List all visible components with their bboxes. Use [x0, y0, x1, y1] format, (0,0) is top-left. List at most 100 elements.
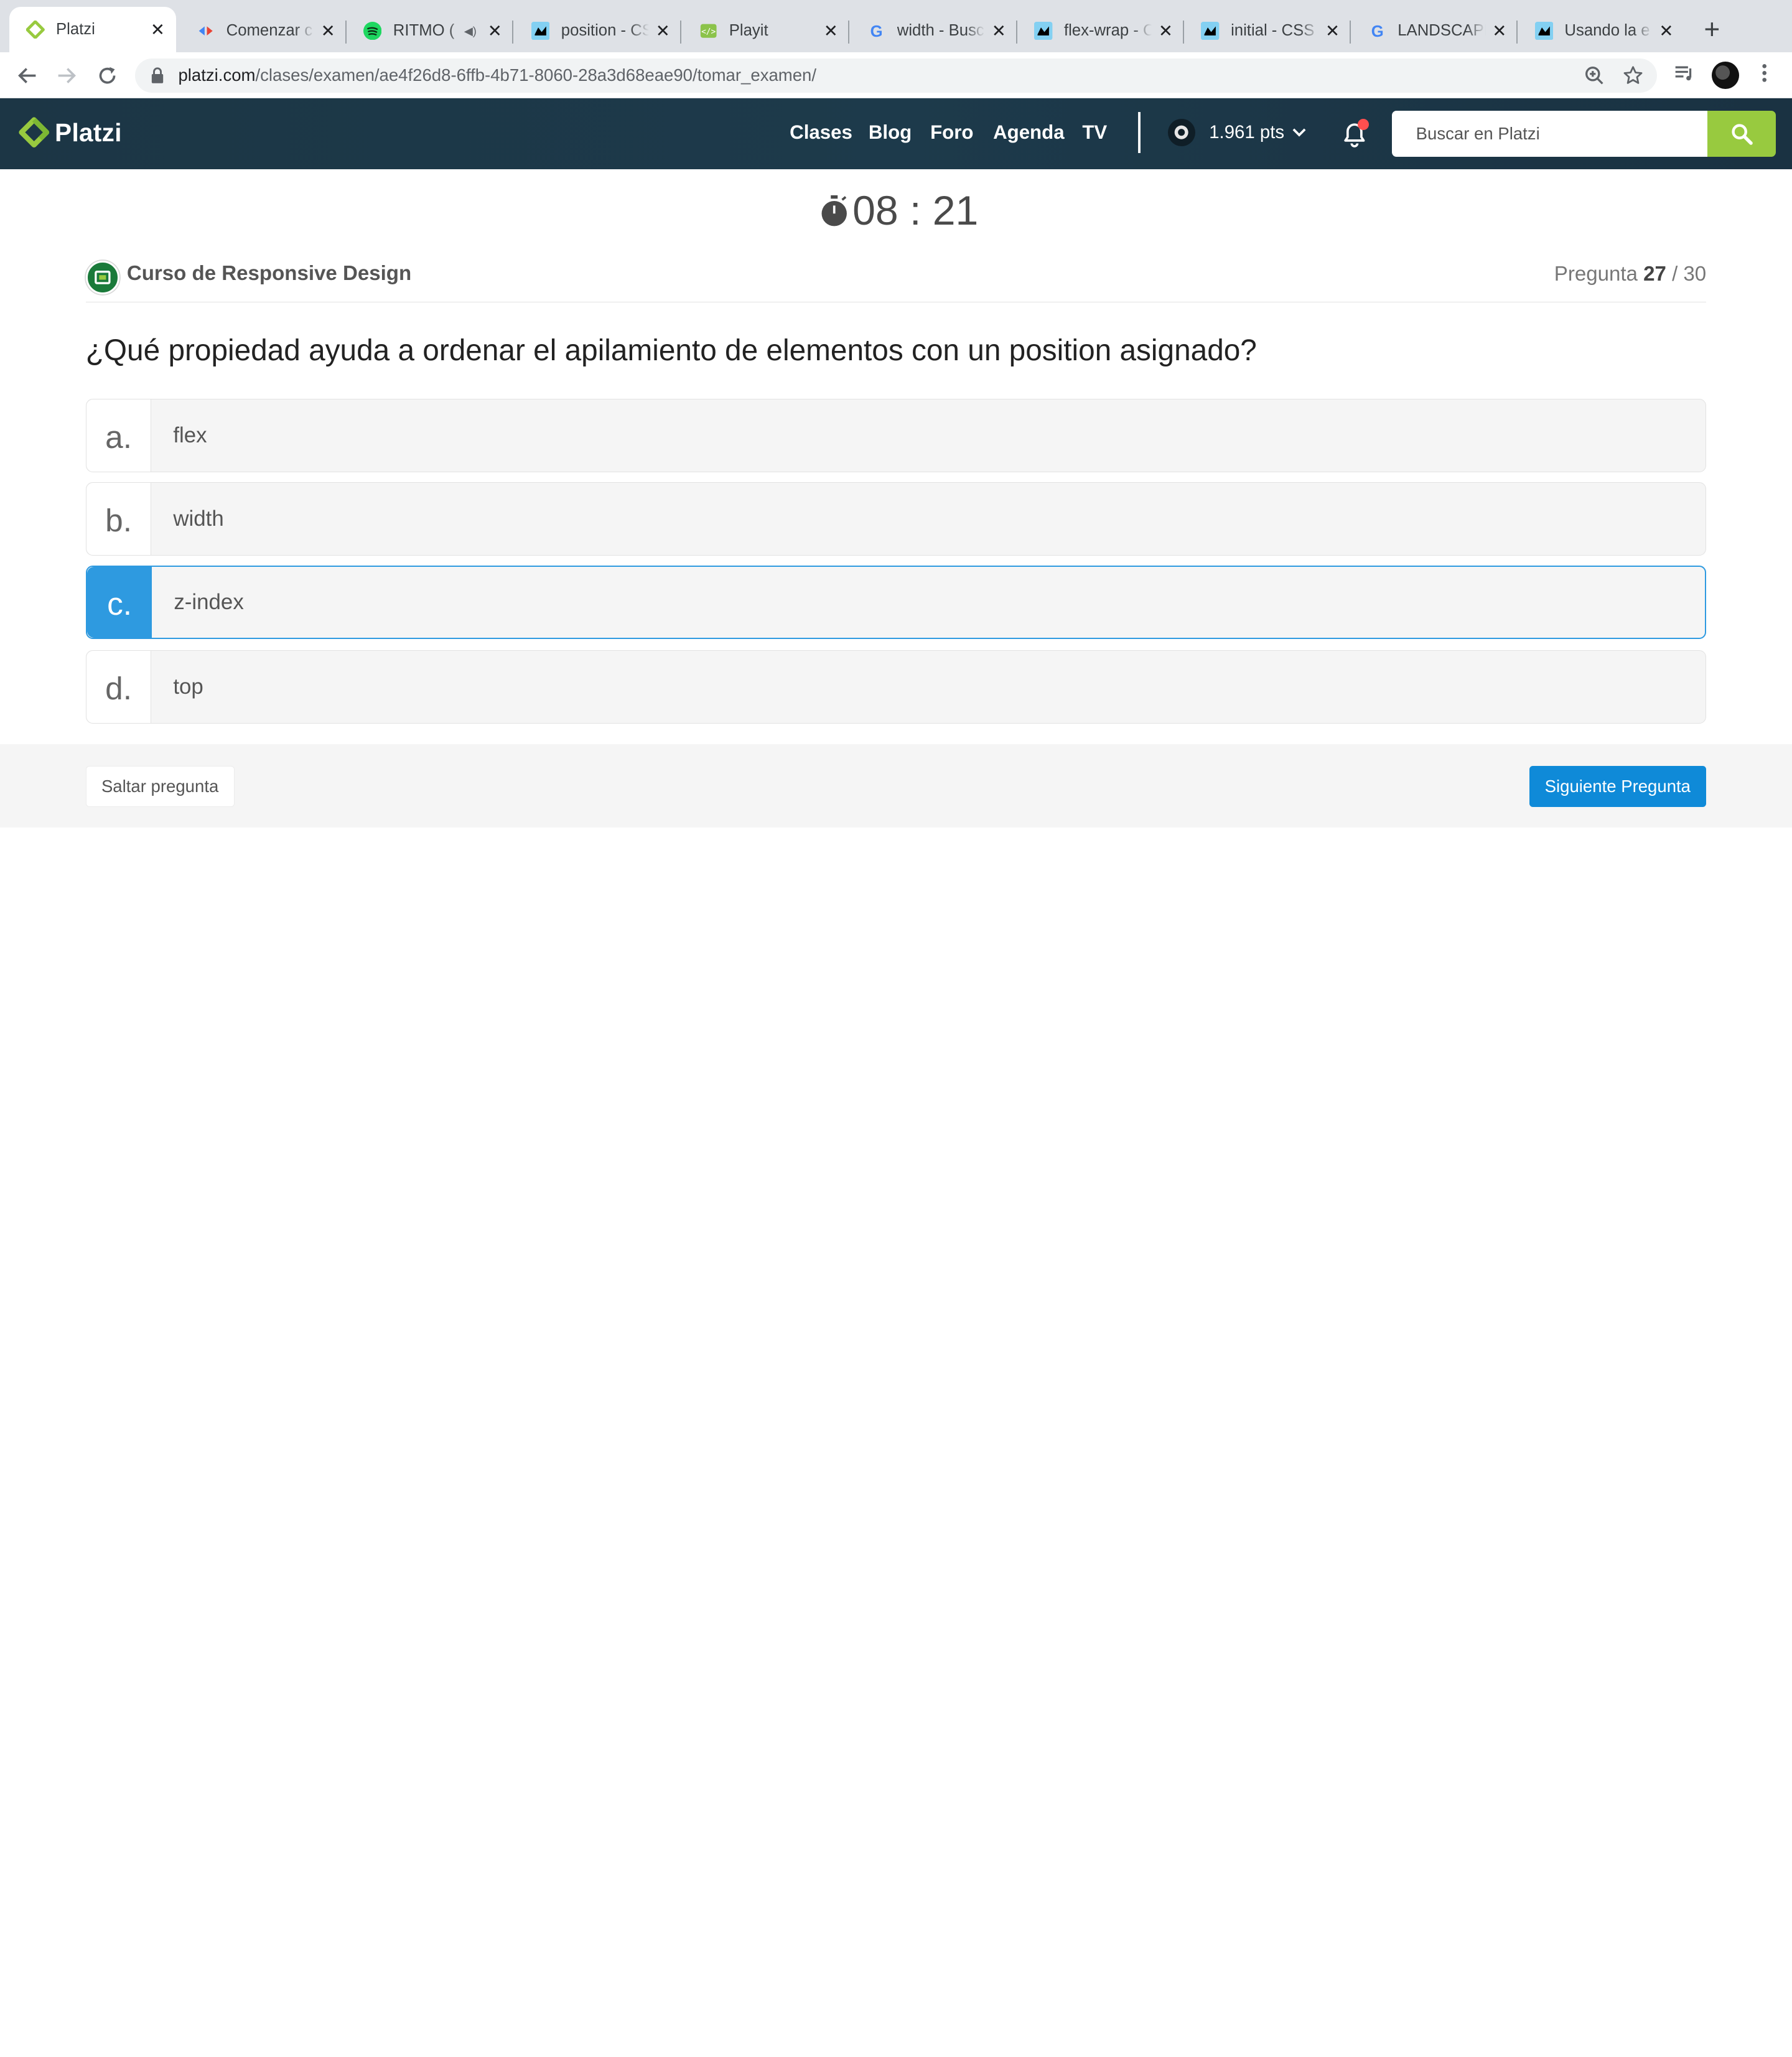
new-tab-plus-icon[interactable]: +: [1698, 16, 1725, 44]
tab-landscape[interactable]: G LANDSCAPE ✕: [1351, 9, 1518, 53]
nav-link-tv[interactable]: TV: [1082, 121, 1107, 144]
google-icon: G: [867, 22, 885, 40]
speaker-muted-icon[interactable]: ◀︎): [464, 24, 477, 38]
profile-avatar[interactable]: [1712, 62, 1740, 90]
browser-toolbar: platzi.com/clases/examen/ae4f26d8-6ffb-4…: [0, 52, 1792, 98]
answer-option-d[interactable]: d. top: [85, 650, 1707, 724]
playit-icon: </>: [699, 22, 717, 40]
header-divider: [1138, 111, 1141, 154]
close-icon[interactable]: ✕: [822, 21, 840, 40]
tab-width[interactable]: G width - Busc ✕: [851, 9, 1017, 53]
question-counter-label: Pregunta: [1554, 263, 1638, 286]
page-root: Platzi ✕ Comenzar c ✕ RITMO ( ◀︎) ✕ posi…: [0, 0, 1792, 1120]
url-host: platzi.com: [178, 65, 256, 85]
address-bar[interactable]: platzi.com/clases/examen/ae4f26d8-6ffb-4…: [134, 58, 1658, 93]
tab-position[interactable]: position - CS ✕: [515, 9, 681, 53]
close-icon[interactable]: ✕: [1490, 21, 1508, 40]
question-counter: Pregunta 27 / 30: [1554, 263, 1706, 286]
browser-tab-strip: Platzi ✕ Comenzar c ✕ RITMO ( ◀︎) ✕ posi…: [0, 0, 1792, 53]
close-icon[interactable]: ✕: [654, 21, 672, 40]
nav-link-foro[interactable]: Foro: [930, 121, 973, 144]
google-icon: [197, 22, 215, 40]
close-icon[interactable]: ✕: [319, 21, 337, 40]
close-icon[interactable]: ✕: [486, 21, 504, 40]
option-letter: a.: [86, 399, 152, 472]
chevron-down-icon: [1292, 128, 1306, 137]
platzi-logo-icon: [19, 117, 50, 148]
close-icon[interactable]: ✕: [990, 21, 1008, 40]
question-counter-current: 27: [1643, 263, 1666, 286]
next-question-button[interactable]: Siguiente Pregunta: [1529, 765, 1707, 807]
mdn-icon: [1534, 21, 1554, 40]
lock-icon[interactable]: [151, 67, 167, 84]
option-text: z-index: [174, 589, 244, 614]
exam-footer: Saltar pregunta Siguiente Pregunta: [0, 744, 1792, 828]
points-dropdown[interactable]: 1.961 pts: [1168, 119, 1306, 147]
option-letter: b.: [86, 483, 152, 555]
user-badge-icon: [1168, 119, 1196, 147]
platzi-icon: [26, 21, 45, 39]
nav-link-agenda[interactable]: Agenda: [993, 121, 1064, 144]
tab-platzi[interactable]: Platzi ✕: [9, 7, 176, 53]
site-header: Platzi Clases Blog Foro Agenda TV 1.961 …: [0, 98, 1792, 169]
course-badge-icon: [85, 260, 119, 294]
tab-title: RITMO (: [393, 22, 455, 40]
search-button[interactable]: [1707, 111, 1776, 157]
tab-title: Playit: [729, 22, 768, 40]
timer-value: 08 : 21: [852, 188, 979, 235]
platzi-logo[interactable]: Platzi: [18, 116, 121, 148]
tab-playit[interactable]: </> Playit ✕: [683, 9, 849, 53]
url-text: platzi.com/clases/examen/ae4f26d8-6ffb-4…: [178, 65, 816, 85]
tab-title: LANDSCAPE: [1398, 22, 1486, 40]
tab-title: Platzi: [55, 21, 95, 39]
search-input[interactable]: Buscar en Platzi: [1392, 111, 1708, 157]
mdn-icon: [1201, 21, 1220, 40]
mdn-icon: [1034, 21, 1053, 40]
spotify-icon: [363, 21, 382, 40]
url-path: /clases/examen/ae4f26d8-6ffb-4b71-8060-2…: [255, 65, 817, 85]
tab-usando[interactable]: Usando la e ✕: [1518, 9, 1684, 53]
close-icon[interactable]: ✕: [1157, 21, 1175, 40]
google-icon: G: [1368, 22, 1386, 40]
answer-option-b[interactable]: b. width: [85, 482, 1707, 556]
question-text: ¿Qué propiedad ayuda a ordenar el apilam…: [85, 334, 1257, 368]
exam-timer: 08 : 21: [818, 187, 978, 235]
zoom-icon[interactable]: [1584, 65, 1605, 91]
notifications-bell-icon[interactable]: [1340, 119, 1370, 149]
option-text: top: [173, 674, 203, 699]
nav-link-clases[interactable]: Clases: [790, 121, 852, 144]
tab-title: Comenzar c: [226, 22, 313, 40]
option-text: flex: [173, 422, 207, 447]
close-icon[interactable]: ✕: [1657, 21, 1675, 40]
kebab-menu-icon[interactable]: [1755, 62, 1773, 90]
points-value: 1.961 pts: [1209, 122, 1285, 143]
close-icon[interactable]: ✕: [1323, 21, 1342, 40]
tab-title: position - CS: [561, 22, 650, 40]
svg-text:</>: </>: [701, 27, 716, 37]
tab-flex-wrap[interactable]: flex-wrap - C ✕: [1017, 9, 1184, 53]
tab-title: Usando la e: [1564, 22, 1650, 40]
option-text: width: [173, 506, 224, 531]
search-icon: [1732, 123, 1753, 145]
bookmark-star-icon[interactable]: [1623, 65, 1643, 91]
nav-link-blog[interactable]: Blog: [869, 121, 912, 144]
skip-question-button[interactable]: Saltar pregunta: [85, 765, 235, 807]
back-arrow-icon[interactable]: [14, 62, 41, 89]
svg-text:G: G: [1371, 23, 1383, 40]
svg-text:G: G: [870, 23, 883, 40]
tab-title: flex-wrap - C: [1063, 22, 1152, 40]
tab-ritmo[interactable]: RITMO ( ◀︎) ✕: [347, 9, 513, 53]
answer-option-c[interactable]: c. z-index: [85, 566, 1707, 639]
media-queue-icon[interactable]: [1673, 62, 1696, 90]
reload-icon[interactable]: [94, 62, 121, 89]
question-counter-total: / 30: [1672, 263, 1707, 286]
tab-comenzar[interactable]: Comenzar c ✕: [179, 9, 347, 53]
forward-arrow-icon[interactable]: [52, 62, 80, 89]
answer-option-a[interactable]: a. flex: [85, 399, 1707, 472]
close-icon[interactable]: ✕: [149, 20, 167, 39]
tab-initial[interactable]: initial - CSS ✕: [1184, 9, 1351, 53]
option-letter: c.: [86, 567, 152, 638]
platzi-wordmark: Platzi: [55, 118, 122, 147]
course-header: Curso de Responsive Design Pregunta 27 /…: [85, 258, 1707, 302]
tab-title: initial - CSS: [1231, 22, 1315, 40]
